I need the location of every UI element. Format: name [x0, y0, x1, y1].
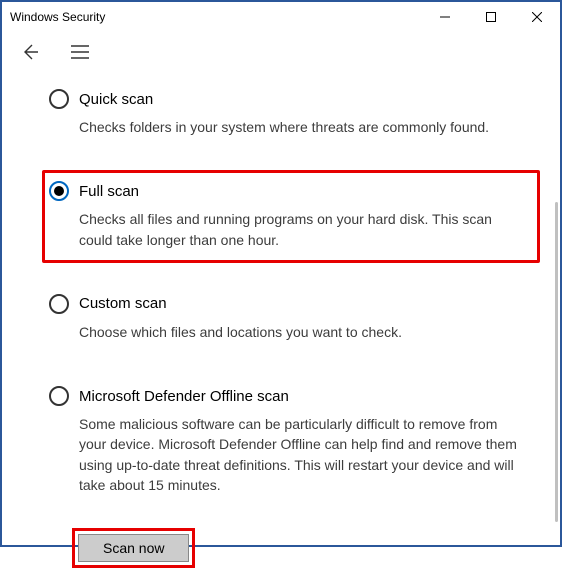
option-label: Microsoft Defender Offline scan	[79, 388, 289, 405]
radio-icon[interactable]	[49, 386, 69, 406]
radio-icon[interactable]	[49, 181, 69, 201]
option-label: Quick scan	[79, 91, 153, 108]
option-description: Checks folders in your system where thre…	[49, 117, 527, 137]
back-button[interactable]	[16, 38, 44, 66]
option-full-scan[interactable]: Full scan Checks all files and running p…	[42, 170, 540, 263]
option-description: Checks all files and running programs on…	[49, 209, 527, 250]
scrollbar[interactable]	[555, 202, 558, 522]
menu-button[interactable]	[66, 38, 94, 66]
option-description: Some malicious software can be particula…	[49, 414, 527, 495]
titlebar: Windows Security	[2, 2, 560, 32]
toolbar	[2, 32, 560, 72]
minimize-button[interactable]	[422, 2, 468, 32]
option-label: Full scan	[79, 183, 139, 200]
maximize-button[interactable]	[468, 2, 514, 32]
window-controls	[422, 2, 560, 32]
scan-now-button[interactable]: Scan now	[78, 534, 189, 562]
option-quick-scan[interactable]: Quick scan Checks folders in your system…	[42, 78, 540, 150]
action-row: Scan now	[42, 528, 540, 568]
scan-options: Quick scan Checks folders in your system…	[2, 72, 560, 568]
option-offline-scan[interactable]: Microsoft Defender Offline scan Some mal…	[42, 375, 540, 508]
option-description: Choose which files and locations you wan…	[49, 322, 527, 342]
radio-icon[interactable]	[49, 89, 69, 109]
radio-icon[interactable]	[49, 294, 69, 314]
option-label: Custom scan	[79, 295, 167, 312]
option-custom-scan[interactable]: Custom scan Choose which files and locat…	[42, 283, 540, 355]
close-button[interactable]	[514, 2, 560, 32]
window-title: Windows Security	[10, 10, 105, 24]
